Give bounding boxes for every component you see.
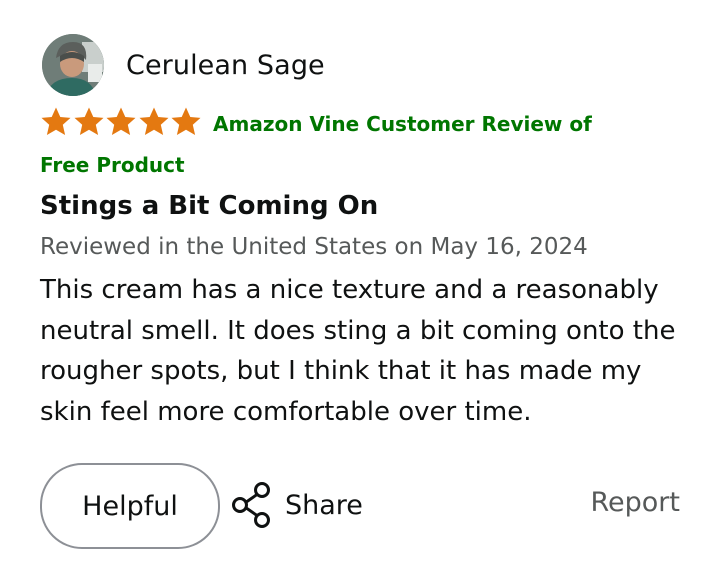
reviewer-profile[interactable]: Cerulean Sage [42,34,325,96]
helpful-label: Helpful [82,490,178,522]
reviewer-name[interactable]: Cerulean Sage [126,50,325,81]
review-date: Reviewed in the United States on May 16,… [40,234,588,260]
share-label: Share [285,489,363,521]
review-title[interactable]: Stings a Bit Coming On [40,191,378,221]
share-button[interactable]: Share [231,479,363,531]
review-actions: Helpful Share Report [40,463,685,549]
share-icon [232,482,270,528]
review-text: This cream has a nice texture and a reas… [40,275,676,427]
helpful-button[interactable]: Helpful [40,463,220,549]
review-card: Cerulean Sage Amazon Vine Customer Revie… [0,0,720,582]
report-link[interactable]: Report [590,487,680,518]
avatar[interactable] [42,34,104,96]
vine-review-badge: Amazon Vine Customer Review of Free Prod… [40,112,592,177]
